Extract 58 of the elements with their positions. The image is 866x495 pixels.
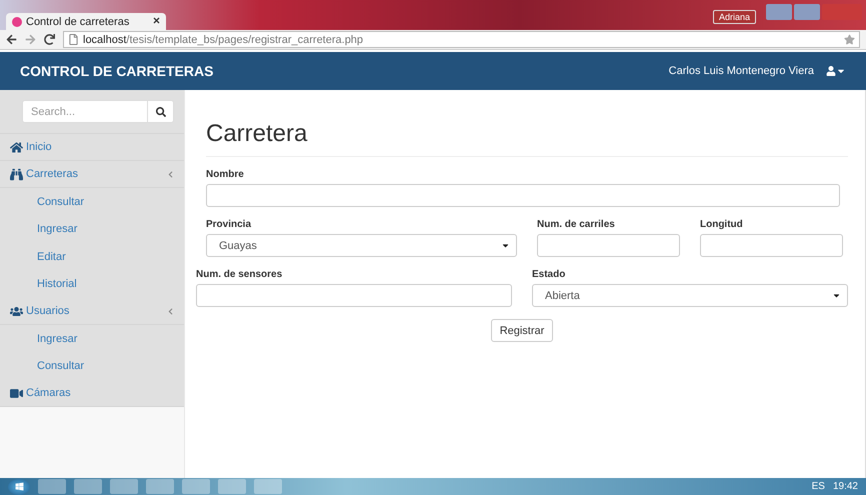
sidebar-subitem[interactable]: Ingresar <box>0 216 184 243</box>
sidebar-item[interactable]: Usuarios <box>0 298 184 325</box>
favicon-icon <box>12 16 22 26</box>
page-heading: Carretera <box>206 120 848 157</box>
sidebar-subitem[interactable]: Historial <box>0 270 184 298</box>
field-label: Provincia <box>206 219 252 230</box>
select-field[interactable]: Guayas <box>206 234 517 257</box>
home-icon <box>10 140 23 154</box>
users-icon <box>10 304 23 318</box>
page-icon <box>68 34 79 45</box>
taskbar-app[interactable] <box>254 479 282 494</box>
sidebar-subitem[interactable]: Consultar <box>0 352 184 380</box>
reload-icon[interactable] <box>44 34 55 45</box>
sidebar-item[interactable]: Carreteras <box>0 161 184 188</box>
sidebar-subitem[interactable]: Editar <box>0 243 184 270</box>
user-menu-icon[interactable] <box>826 66 846 76</box>
video-camera-icon <box>10 386 23 400</box>
clock[interactable]: 19:42 <box>832 481 858 492</box>
windows-logo-icon <box>14 482 24 491</box>
taskbar-app[interactable] <box>218 479 246 494</box>
back-icon[interactable] <box>6 34 17 45</box>
search-button[interactable] <box>148 100 174 123</box>
binoculars-icon <box>10 168 23 180</box>
field-label: Num. de carriles <box>537 219 616 230</box>
field-label: Estado <box>532 269 566 280</box>
language-indicator[interactable]: ES <box>812 481 825 492</box>
input-field[interactable] <box>206 184 840 207</box>
sidebar-item[interactable]: Cámaras <box>0 380 184 407</box>
minimize-button[interactable] <box>766 4 792 20</box>
search-icon <box>156 106 166 116</box>
maximize-button[interactable] <box>794 4 820 20</box>
sidebar-item[interactable]: Inicio <box>0 134 184 161</box>
field-label: Longitud <box>700 219 744 230</box>
taskbar-app[interactable] <box>146 479 174 494</box>
taskbar-app[interactable] <box>38 479 66 494</box>
input-field[interactable] <box>700 234 843 257</box>
field-label: Nombre <box>206 169 245 180</box>
taskbar-app[interactable] <box>110 479 138 494</box>
address-field[interactable]: localhost/tesis/template_bs/pages/registrar_carretera.php <box>63 31 860 48</box>
start-button[interactable] <box>8 478 30 494</box>
sidebar-subitem[interactable]: Consultar <box>0 188 184 216</box>
forward-icon[interactable] <box>25 34 36 45</box>
input-field[interactable] <box>196 284 512 307</box>
field-label: Num. de sensores <box>196 269 284 280</box>
brand-title[interactable]: CONTROL DE CARRETERAS <box>20 63 214 79</box>
tab-title: Control de carreteras <box>26 16 130 28</box>
taskbar-app[interactable] <box>182 479 210 494</box>
star-icon[interactable] <box>844 34 855 45</box>
input-field[interactable] <box>537 234 680 257</box>
taskbar-app[interactable] <box>74 479 102 494</box>
select-field[interactable]: Abierta <box>532 284 848 307</box>
profile-badge[interactable]: Adriana <box>712 10 756 24</box>
search-field[interactable]: Search... <box>22 100 148 123</box>
submit-button[interactable]: Registrar <box>490 319 554 342</box>
user-name: Carlos Luis Montenegro Viera <box>668 65 814 77</box>
url-text: localhost/tesis/template_bs/pages/registrar_carretera.php <box>83 34 364 46</box>
sidebar-subitem[interactable]: Ingresar <box>0 325 184 352</box>
browser-tab[interactable]: Control de carreteras <box>6 13 166 30</box>
